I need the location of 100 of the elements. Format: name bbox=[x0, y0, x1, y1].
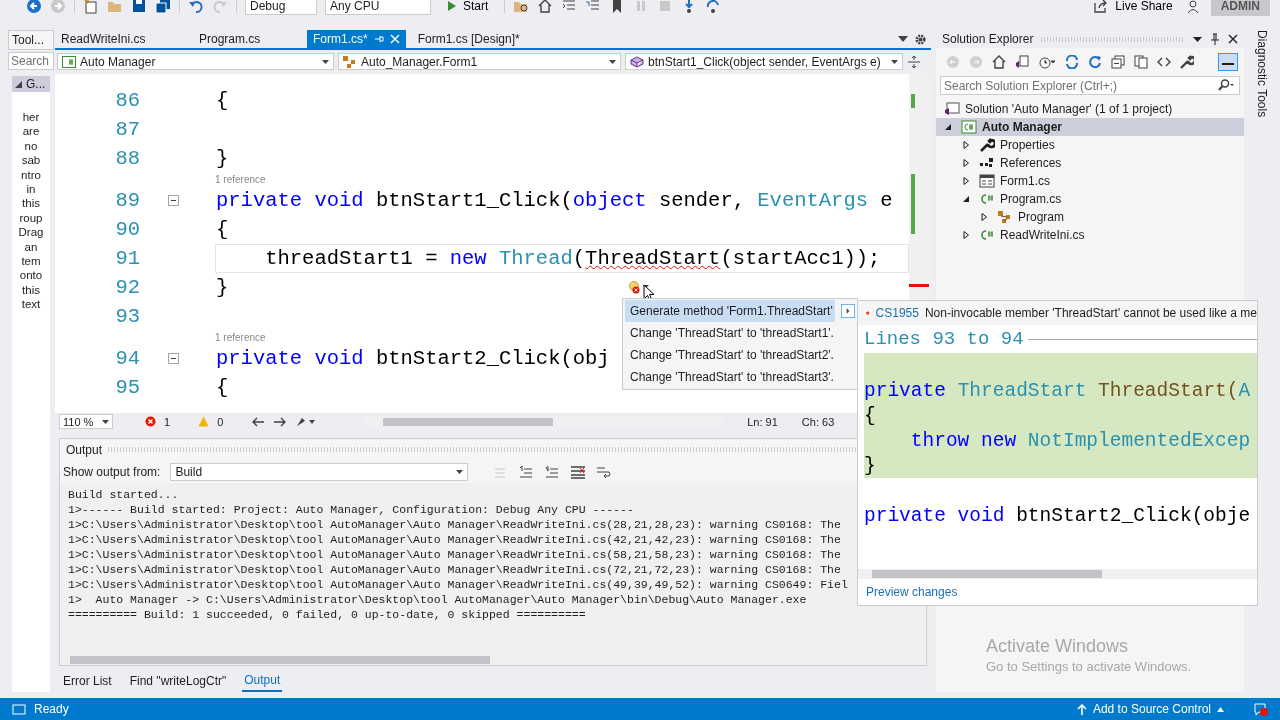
side-panel-tab[interactable]: Diagnostic Tools bbox=[1255, 30, 1269, 120]
tree-item[interactable]: ReadWriteIni.cs bbox=[936, 226, 1244, 244]
quick-action-item[interactable]: Change 'ThreadStart' to 'threadStart1'. bbox=[625, 322, 835, 344]
code-line: threadStart1 = new Thread(ThreadStart(startAcc1)); bbox=[264, 246, 881, 270]
warning-icon bbox=[198, 416, 210, 428]
live-share-button[interactable]: Live Share bbox=[1087, 0, 1179, 15]
zoom-dropdown[interactable]: 110 % bbox=[59, 414, 113, 430]
output-line: Build started... bbox=[68, 486, 179, 502]
error-count[interactable]: 1 bbox=[164, 415, 171, 428]
form-icon bbox=[979, 174, 995, 188]
platform-dropdown[interactable]: Any CPU bbox=[325, 0, 431, 15]
toolbox-empty-message-fragment: are bbox=[22, 124, 40, 139]
code-icon[interactable] bbox=[1157, 55, 1171, 69]
expand-icon[interactable] bbox=[962, 231, 970, 239]
panel-tab[interactable]: Find "writeLogCtr" bbox=[127, 671, 229, 691]
collapse-icon[interactable] bbox=[962, 195, 970, 203]
source-control-button[interactable]: Add to Source Control bbox=[1070, 701, 1230, 717]
toolbox-search-field[interactable]: Search bbox=[8, 52, 54, 70]
panel-title: Solution Explorer bbox=[942, 32, 1034, 46]
tree-item[interactable]: Properties bbox=[936, 136, 1244, 154]
new-project-icon[interactable] bbox=[83, 0, 99, 14]
previous-message-icon[interactable] bbox=[518, 464, 535, 479]
quick-action-item[interactable]: Generate method 'Form1.ThreadStart' bbox=[625, 300, 835, 322]
dropdown-icon[interactable] bbox=[1193, 36, 1202, 42]
clear-all-icon[interactable] bbox=[570, 464, 587, 479]
tree-item[interactable]: Program.cs bbox=[936, 190, 1244, 208]
next-icon[interactable] bbox=[273, 416, 288, 427]
solution-search-field[interactable]: Search Solution Explorer (Ctrl+;) bbox=[940, 76, 1240, 95]
save-icon[interactable] bbox=[131, 0, 147, 14]
error-code-link[interactable]: CS1955 bbox=[875, 306, 919, 320]
folder-search-icon[interactable] bbox=[513, 0, 530, 14]
pin-icon[interactable] bbox=[1210, 33, 1220, 45]
word-wrap-icon[interactable] bbox=[596, 464, 613, 479]
warning-count[interactable]: 0 bbox=[217, 415, 224, 428]
output-line: 1> Auto Manager -> C:\Users\Administrator\Desktop\tool AutoManager\Auto Manager\bin\Debug\Auto Manager.exe bbox=[68, 591, 807, 607]
collapse-all-icon[interactable] bbox=[1111, 55, 1125, 69]
method-icon bbox=[630, 55, 644, 68]
document-tab[interactable]: Form1.cs [Design]* bbox=[411, 30, 526, 48]
switch-views-icon[interactable] bbox=[1015, 55, 1029, 69]
start-button[interactable]: Start bbox=[439, 0, 497, 13]
search-icon[interactable] bbox=[1217, 79, 1235, 91]
up-arrow-icon bbox=[1076, 703, 1087, 715]
line-number: 88 bbox=[114, 146, 140, 170]
step-over-icon[interactable] bbox=[705, 0, 722, 14]
save-all-icon[interactable] bbox=[155, 0, 171, 14]
user-account-badge[interactable]: ADMIN bbox=[1210, 0, 1270, 16]
tree-item[interactable]: Program bbox=[936, 208, 1244, 226]
tree-item[interactable]: References bbox=[936, 154, 1244, 172]
output-line: 1>C:\Users\Administrator\Desktop\tool AutoManager\Auto Manager\ReadWriteIni.cs(58,21,58,23): warning CS0168: The bbox=[68, 546, 841, 562]
configuration-dropdown[interactable]: Debug bbox=[245, 0, 317, 15]
quick-action-item[interactable]: Change 'ThreadStart' to 'threadStart3'. bbox=[625, 366, 835, 388]
expand-icon[interactable] bbox=[980, 213, 988, 221]
toolbox-tab[interactable]: Tool... bbox=[8, 30, 54, 50]
horizontal-scrollbar[interactable] bbox=[60, 655, 926, 665]
member-dropdown[interactable]: btnStart1_Click(object sender, EventArgs e) bbox=[625, 53, 903, 71]
preview-toggle-icon[interactable] bbox=[1218, 53, 1238, 71]
quick-action-item[interactable]: Change 'ThreadStart' to 'threadStart2'. bbox=[625, 344, 835, 366]
code-lens-reference[interactable]: 1 reference bbox=[215, 173, 266, 185]
preview-changes-link[interactable]: Preview changes bbox=[866, 585, 958, 599]
tree-item[interactable]: Form1.cs bbox=[936, 172, 1244, 190]
toolbox-empty-message-fragment: roup bbox=[19, 210, 43, 226]
panel-tab[interactable]: Output bbox=[242, 670, 283, 692]
tree-item[interactable]: Solution 'Auto Manager' (1 of 1 project) bbox=[936, 100, 1244, 118]
toolbox-group-header[interactable]: G... bbox=[12, 76, 50, 92]
refresh-icon[interactable] bbox=[1088, 55, 1102, 69]
project-dropdown[interactable]: Auto Manager bbox=[57, 53, 334, 71]
home-icon[interactable] bbox=[992, 55, 1006, 69]
document-tab[interactable]: ReadWriteIni.cs bbox=[55, 30, 187, 48]
tree-item[interactable]: Auto Manager bbox=[936, 118, 1244, 136]
history-icon[interactable] bbox=[1038, 55, 1056, 69]
document-tab[interactable]: Program.cs bbox=[193, 30, 301, 48]
tab-list-dropdown-icon[interactable] bbox=[898, 36, 908, 42]
toolbox-empty-message-fragment: her bbox=[22, 110, 40, 125]
settings-icon[interactable] bbox=[914, 32, 927, 46]
expand-icon[interactable] bbox=[962, 159, 970, 167]
forward-icon bbox=[969, 55, 983, 69]
line-number: 89 bbox=[114, 188, 140, 212]
horizontal-scrollbar[interactable] bbox=[858, 569, 1257, 579]
back-icon[interactable] bbox=[26, 0, 42, 14]
previous-icon[interactable] bbox=[251, 416, 266, 427]
notification-icon[interactable] bbox=[1252, 701, 1268, 717]
home-icon[interactable] bbox=[537, 0, 554, 14]
type-dropdown[interactable]: Auto_Manager.Form1 bbox=[338, 53, 621, 71]
expand-icon[interactable] bbox=[962, 177, 970, 185]
undo-icon[interactable] bbox=[188, 0, 204, 14]
next-message-icon[interactable] bbox=[544, 464, 561, 479]
close-icon[interactable] bbox=[1228, 34, 1238, 44]
collapse-icon[interactable] bbox=[168, 194, 179, 206]
code-lens-reference[interactable]: 1 reference bbox=[215, 331, 266, 343]
wrench-icon[interactable] bbox=[1180, 55, 1194, 69]
collapse-icon[interactable] bbox=[168, 352, 179, 364]
output-source-dropdown[interactable]: Build bbox=[170, 462, 469, 481]
toolbox-empty-message-fragment: this bbox=[22, 196, 40, 211]
copy-icon[interactable] bbox=[1134, 55, 1148, 69]
sync-icon[interactable] bbox=[1065, 55, 1079, 69]
brush-icon[interactable] bbox=[295, 415, 316, 428]
expand-icon[interactable] bbox=[962, 141, 970, 149]
panel-tab[interactable]: Error List bbox=[61, 671, 114, 691]
collapse-icon[interactable] bbox=[944, 123, 952, 131]
split-window-icon[interactable] bbox=[907, 54, 921, 69]
